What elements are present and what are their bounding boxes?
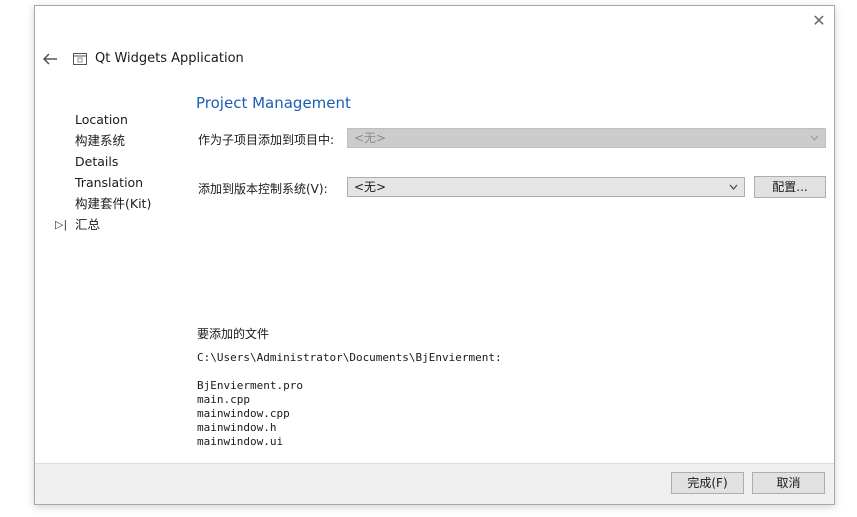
- close-button[interactable]: ✕: [810, 12, 828, 30]
- file-list-item: mainwindow.ui: [197, 435, 284, 448]
- add-subproject-combo: <无>: [347, 128, 826, 148]
- vcs-combo[interactable]: <无>: [347, 177, 745, 197]
- file-list-item: BjEnvierment.pro: [197, 379, 303, 392]
- nav-step-translation: Translation: [75, 175, 144, 190]
- chevron-down-icon: [810, 135, 819, 141]
- nav-step-location: Location: [75, 112, 128, 127]
- wizard-steps-nav: Location 构建系统 Details Translation 构建套件(K…: [55, 109, 152, 235]
- configure-vcs-button[interactable]: 配置...: [754, 176, 826, 198]
- nav-step-details: Details: [75, 154, 119, 169]
- back-arrow-icon[interactable]: [41, 51, 59, 67]
- nav-step-summary-label: 汇总: [75, 217, 101, 232]
- file-list-item: mainwindow.cpp: [197, 407, 290, 420]
- file-list-item: mainwindow.h: [197, 421, 277, 434]
- button-bar: 完成(F) 取消: [35, 463, 834, 504]
- nav-step-kits: 构建套件(Kit): [75, 196, 152, 211]
- files-directory: C:\Users\Administrator\Documents\BjEnvie…: [197, 351, 502, 364]
- page-title: Project Management: [196, 94, 351, 112]
- nav-step-build-system: 构建系统: [75, 133, 126, 148]
- window-title: Qt Widgets Application: [95, 51, 244, 66]
- add-subproject-value: <无>: [354, 131, 387, 145]
- application-icon: [73, 53, 87, 65]
- add-subproject-label: 作为子项目添加到项目中:: [198, 133, 335, 147]
- close-icon: ✕: [812, 11, 826, 30]
- finish-button[interactable]: 完成(F): [671, 472, 744, 494]
- files-to-add-label: 要添加的文件: [197, 327, 270, 341]
- current-step-icon: ▷|: [55, 218, 68, 231]
- wizard-window: ✕ Qt Widgets Application Location 构建系统 D…: [34, 5, 835, 505]
- file-list-item: main.cpp: [197, 393, 250, 406]
- nav-step-summary: ▷| 汇总: [55, 214, 151, 235]
- chevron-down-icon: [729, 184, 738, 190]
- cancel-button[interactable]: 取消: [752, 472, 825, 494]
- vcs-value: <无>: [354, 180, 387, 194]
- vcs-label: 添加到版本控制系统(V):: [198, 182, 328, 196]
